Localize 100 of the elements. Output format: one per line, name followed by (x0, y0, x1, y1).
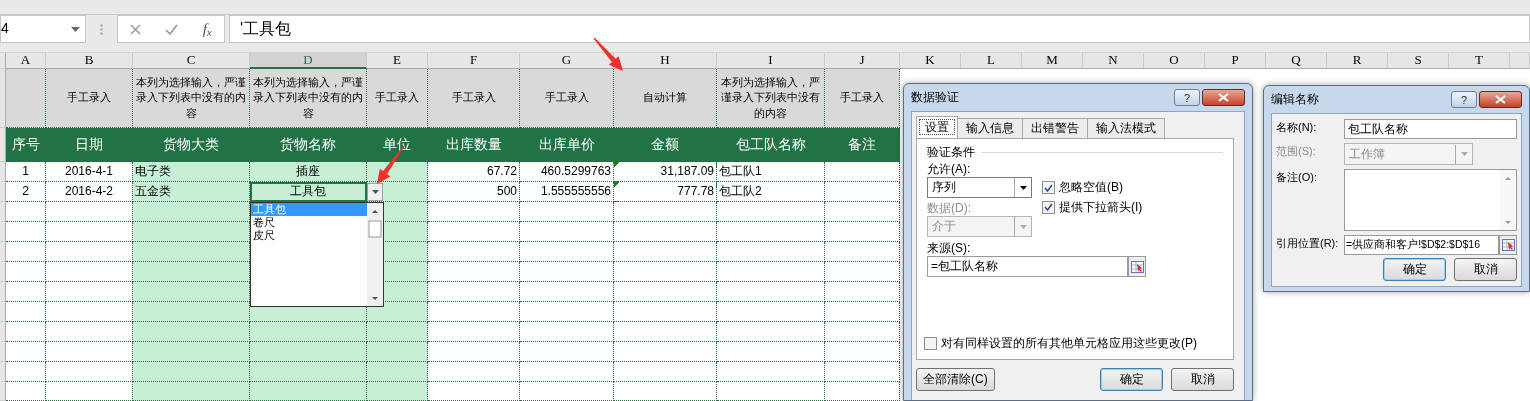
column-title: 包工队名称 (717, 128, 825, 162)
row-header[interactable] (0, 69, 6, 128)
row-header[interactable] (0, 182, 6, 202)
header-note: 手工录入 (46, 69, 133, 128)
range-picker-button[interactable] (1128, 256, 1146, 277)
field-label: 允许(A): (927, 161, 972, 177)
caret-icon (1019, 185, 1027, 190)
dialog-button[interactable]: 确定 (1383, 258, 1446, 281)
table-cell: 2 (6, 182, 46, 202)
column-title: 备注 (825, 128, 900, 162)
checkbox[interactable] (1042, 200, 1055, 214)
header-note: 手工录入 (520, 69, 614, 128)
dialog-button[interactable]: 取消 (1454, 258, 1517, 281)
check-icon (1044, 203, 1053, 211)
checkbox-label: 对有同样设置的所有其他单元格应用这些更改(P) (941, 336, 1197, 351)
header-note: 手工录入 (825, 69, 900, 128)
row-header[interactable] (0, 162, 6, 182)
table-cell: 460.5299763 (520, 162, 614, 182)
column-header[interactable]: K (900, 53, 961, 69)
enter-icon[interactable] (165, 23, 179, 35)
range-picker-button[interactable] (1499, 235, 1517, 255)
row-header[interactable] (0, 362, 6, 382)
column-header[interactable]: L (961, 53, 1022, 69)
table-cell: 500 (428, 182, 520, 202)
row-header[interactable] (0, 242, 6, 262)
column-header[interactable]: C (133, 53, 250, 69)
formula-field[interactable]: '工具包 (229, 15, 1530, 43)
tab[interactable]: 出错警告 (1022, 118, 1088, 138)
dropdown[interactable]: 序列 (927, 177, 1032, 198)
column-header[interactable]: M (1022, 53, 1083, 69)
tab[interactable]: 设置 (916, 116, 958, 138)
dialog-button[interactable]: 全部清除(C) (916, 368, 995, 391)
close-icon (1495, 95, 1506, 104)
checkbox[interactable] (1042, 181, 1055, 194)
scrollbar[interactable] (1500, 170, 1516, 230)
tab[interactable]: 输入信息 (957, 118, 1023, 138)
field-label: 来源(S): (927, 240, 972, 256)
caret-icon (371, 190, 379, 194)
table-cell: 包工队1 (717, 162, 825, 182)
column-header[interactable]: S (1388, 53, 1449, 69)
column-header[interactable]: R (1327, 53, 1388, 69)
scrollbar[interactable] (367, 203, 383, 306)
field-label: 名称(N): (1276, 120, 1318, 135)
row-header[interactable] (0, 382, 6, 401)
dialog-button[interactable]: 取消 (1171, 368, 1234, 391)
row-header[interactable] (0, 302, 6, 322)
column-header[interactable]: B (46, 53, 133, 69)
column-header[interactable]: Q (1266, 53, 1327, 69)
header-note: 本列为选择输入，严谨录入下列表中没有的内容 (133, 69, 250, 128)
name-box[interactable]: 4 (0, 15, 86, 43)
header-note (6, 69, 46, 128)
column-title: 货物名称 (250, 128, 367, 162)
range-icon (1501, 239, 1515, 251)
column-title: 出库数量 (428, 128, 520, 162)
column-header[interactable]: G (520, 53, 614, 69)
column-title: 货物大类 (133, 128, 250, 162)
name-field[interactable]: 包工队名称 (1344, 119, 1517, 139)
dropdown-button[interactable] (367, 183, 383, 201)
field-label: 备注(O): (1276, 170, 1318, 185)
cancel-icon[interactable] (130, 23, 142, 35)
row-header[interactable] (0, 342, 6, 362)
reference-field[interactable]: =供应商和客户!$D$2:$D$16 (1344, 235, 1499, 255)
column-header[interactable]: H (614, 53, 717, 69)
column-header[interactable]: P (1205, 53, 1266, 69)
row-header[interactable] (0, 128, 6, 162)
section-title: 验证条件 (927, 144, 975, 160)
close-button[interactable] (1479, 91, 1522, 108)
row-header[interactable] (0, 322, 6, 342)
column-header[interactable]: O (1144, 53, 1205, 69)
dialog-button[interactable]: 确定 (1100, 368, 1163, 391)
close-button[interactable] (1202, 89, 1245, 106)
column-header[interactable]: I (717, 53, 825, 69)
column-header[interactable]: T (1449, 53, 1510, 69)
insert-function-button[interactable]: f$_{x}$ (202, 19, 212, 39)
table-cell: 777.78 (614, 182, 717, 202)
row-header[interactable] (0, 262, 6, 282)
header-note: 本列为选择输入，严谨录入下列表中没有的内容 (717, 69, 825, 128)
help-button[interactable]: ? (1174, 89, 1200, 106)
row-header[interactable] (0, 202, 6, 222)
row-header[interactable] (0, 222, 6, 242)
table-cell: 五金类 (133, 182, 250, 202)
comment-field[interactable] (1344, 169, 1517, 231)
checkbox[interactable] (924, 337, 937, 350)
column-header[interactable]: E (367, 53, 428, 69)
column-header[interactable] (1510, 53, 1530, 69)
help-button[interactable]: ? (1451, 91, 1477, 108)
list-item[interactable]: 皮尺 (251, 229, 367, 242)
column-header[interactable]: N (1083, 53, 1144, 69)
tab[interactable]: 输入法模式 (1087, 118, 1165, 138)
column-header[interactable]: F (428, 53, 520, 69)
select-all-corner[interactable] (0, 53, 6, 69)
column-header[interactable]: D (250, 53, 367, 69)
grip-icon[interactable] (100, 24, 103, 35)
list-item[interactable]: 卷尺 (251, 216, 367, 229)
header-note: 手工录入 (428, 69, 520, 128)
column-title: 出库单价 (520, 128, 614, 162)
column-header[interactable]: J (825, 53, 900, 69)
source-field[interactable]: =包工队名称 (927, 256, 1128, 277)
column-header[interactable]: A (6, 53, 46, 69)
row-header[interactable] (0, 282, 6, 302)
